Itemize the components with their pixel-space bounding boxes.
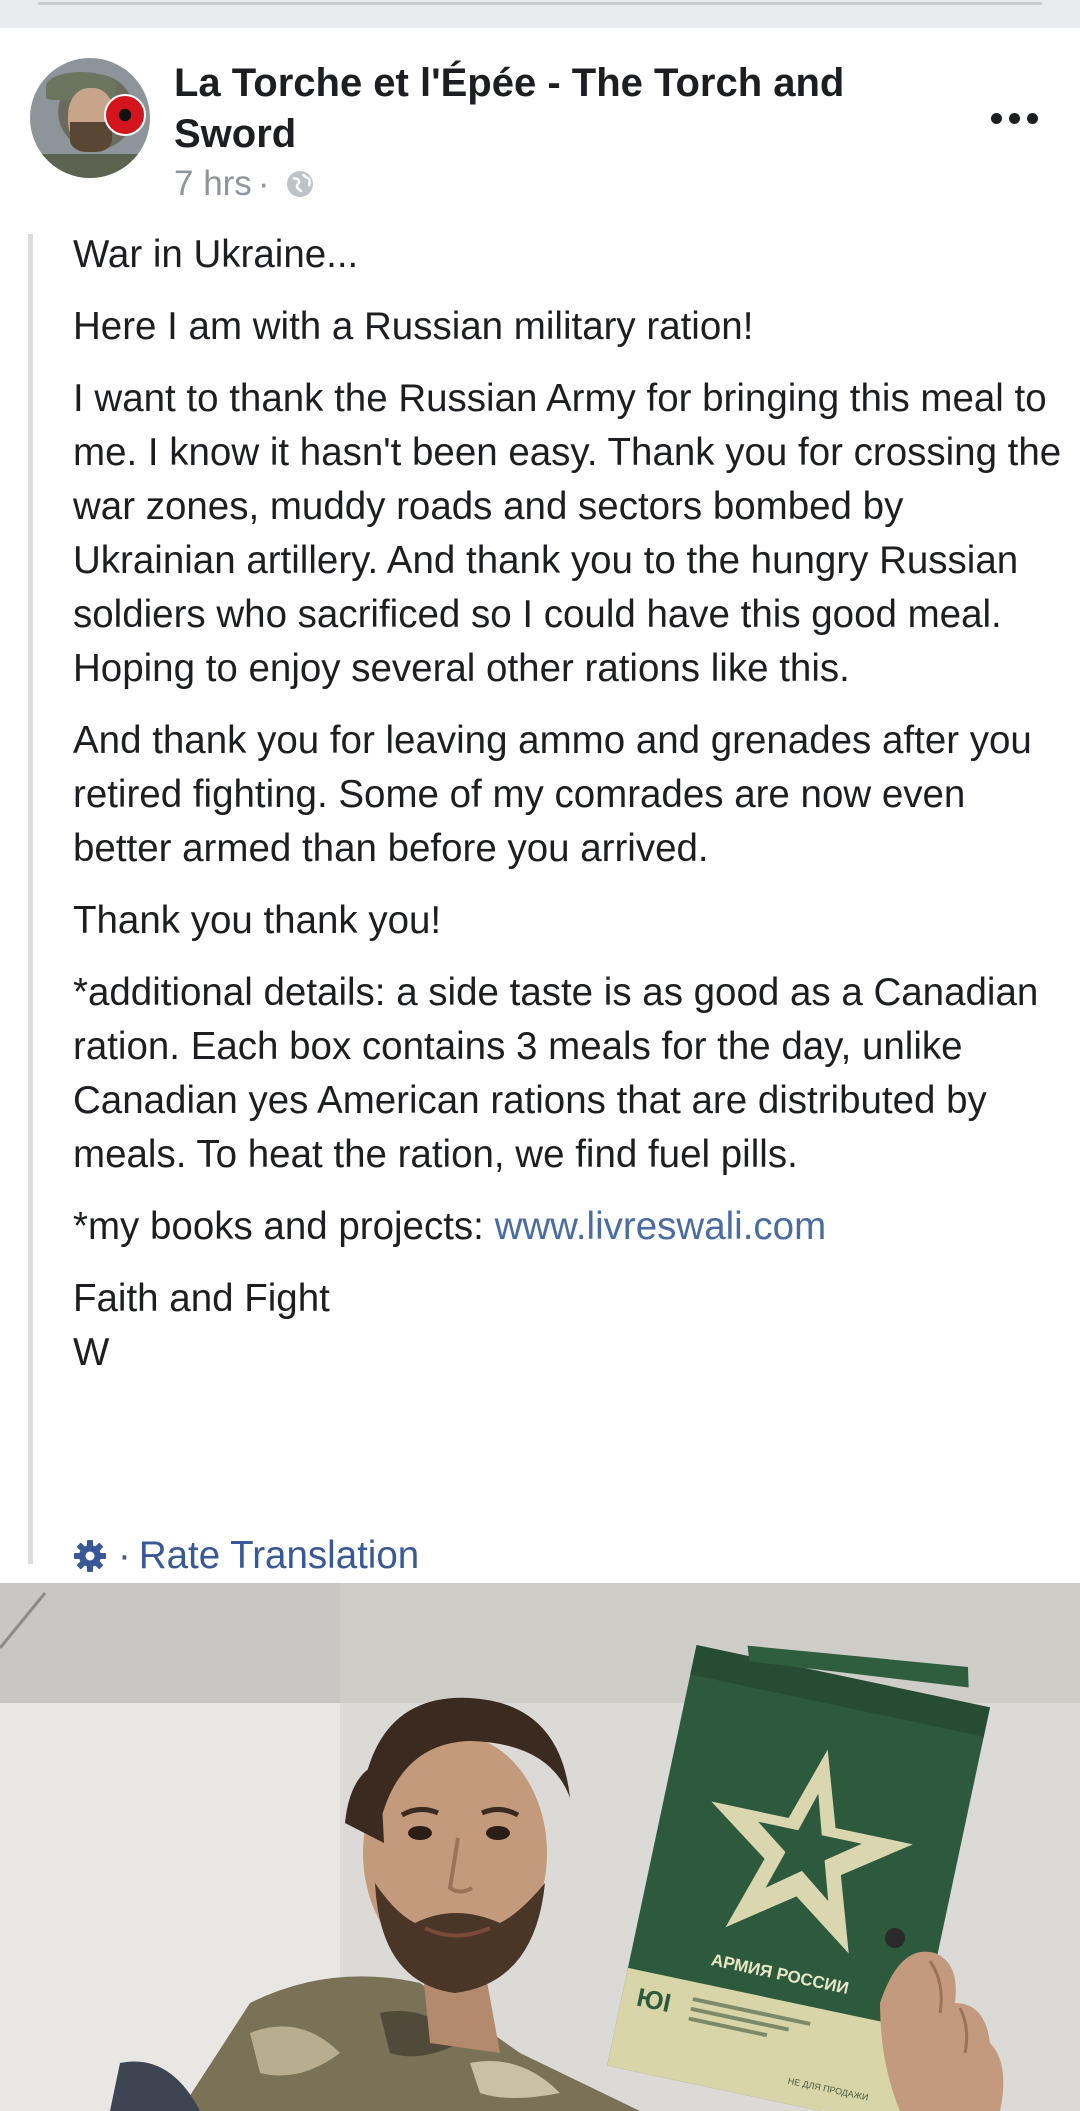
post-paragraph: Here I am with a Russian military ration…: [73, 305, 754, 348]
signoff-initial: W: [73, 1331, 110, 1374]
translation-controls: · Rate Translation: [72, 1528, 419, 1584]
rate-separator: ·: [118, 1534, 131, 1577]
translated-post-text: War in Ukraine... Here I am with a Russi…: [28, 233, 1080, 1564]
books-paragraph: *my books and projects: www.livreswali.c…: [73, 1200, 1064, 1254]
meta-separator: ·: [257, 164, 270, 203]
post-paragraph: *additional details: a side taste is as …: [73, 971, 1039, 1176]
rate-translation-link[interactable]: Rate Translation: [139, 1534, 419, 1578]
post-paragraph: And thank you for leaving ammo and grena…: [73, 719, 1032, 870]
poppy-icon: [104, 94, 146, 136]
signoff-line: Faith and Fight: [73, 1277, 330, 1320]
books-prefix: *my books and projects:: [73, 1205, 495, 1248]
post-meta: 7 hrs ·: [174, 164, 315, 204]
more-options-button[interactable]: [984, 98, 1044, 138]
post-paragraph: Thank you thank you!: [73, 899, 442, 942]
post-timestamp[interactable]: 7 hrs: [174, 164, 252, 204]
feed-top-divider: [0, 0, 1080, 28]
post-photo[interactable]: АРМИЯ РОССИИ ЮI НЕ ДЛЯ ПРОДАЖИ: [0, 1583, 1080, 2111]
globe-icon[interactable]: [285, 169, 315, 199]
post-card: La Torche et l'Épée - The Torch and Swor…: [0, 28, 1080, 1583]
books-link[interactable]: www.livreswali.com: [495, 1205, 827, 1248]
page-name-link[interactable]: La Torche et l'Épée - The Torch and Swor…: [174, 58, 874, 160]
gear-icon[interactable]: [72, 1538, 108, 1574]
photo-illustration: АРМИЯ РОССИИ ЮI НЕ ДЛЯ ПРОДАЖИ: [0, 1583, 1080, 2111]
post-paragraph: War in Ukraine...: [73, 233, 359, 276]
post-paragraph: I want to thank the Russian Army for bri…: [73, 377, 1062, 690]
